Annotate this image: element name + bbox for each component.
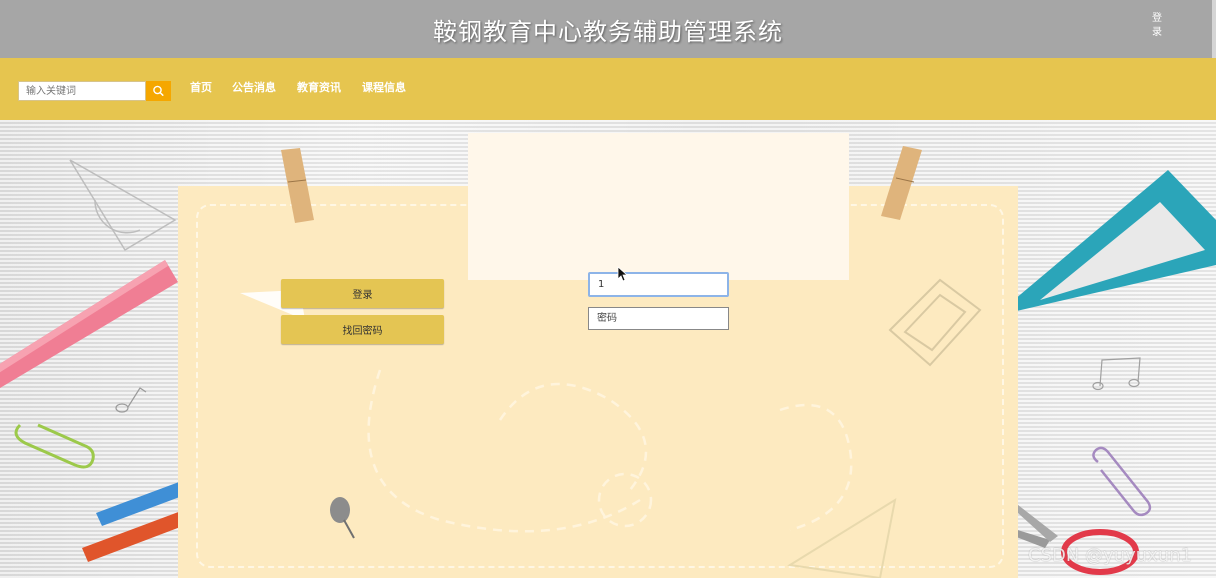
nav-item-education-news[interactable]: 教育资讯: [297, 81, 341, 95]
dashed-doodles: [367, 369, 853, 533]
watermark: CSDN @yuyuxun1: [1028, 545, 1193, 566]
clothespin-right-icon: [881, 146, 922, 220]
search-icon: [153, 85, 164, 96]
site-title: 鞍钢教育中心教务辅助管理系统: [433, 18, 783, 46]
nav-item-home[interactable]: 首页: [190, 81, 212, 95]
search-button[interactable]: [146, 81, 171, 101]
login-panel: [468, 133, 849, 280]
login-button[interactable]: 登录: [281, 279, 444, 308]
recover-password-button[interactable]: 找回密码: [281, 315, 444, 344]
nav-item-announcements[interactable]: 公告消息: [232, 81, 276, 95]
header-login-link[interactable]: 登录: [1149, 12, 1165, 40]
desk-organizer-sketch-icon: [888, 278, 982, 367]
nav-bar: [0, 58, 1216, 120]
password-field[interactable]: [588, 307, 729, 330]
clothespin-left-icon: [281, 148, 314, 223]
header-bar: 鞍钢教育中心教务辅助管理系统 登录: [0, 0, 1216, 58]
mouse-cursor-icon: [617, 266, 629, 282]
triangle-sketch-icon: [787, 497, 897, 578]
search-input[interactable]: [18, 81, 146, 101]
nav-item-courses[interactable]: 课程信息: [362, 81, 406, 95]
username-field[interactable]: [588, 272, 729, 297]
pushpin-icon: [330, 497, 355, 539]
